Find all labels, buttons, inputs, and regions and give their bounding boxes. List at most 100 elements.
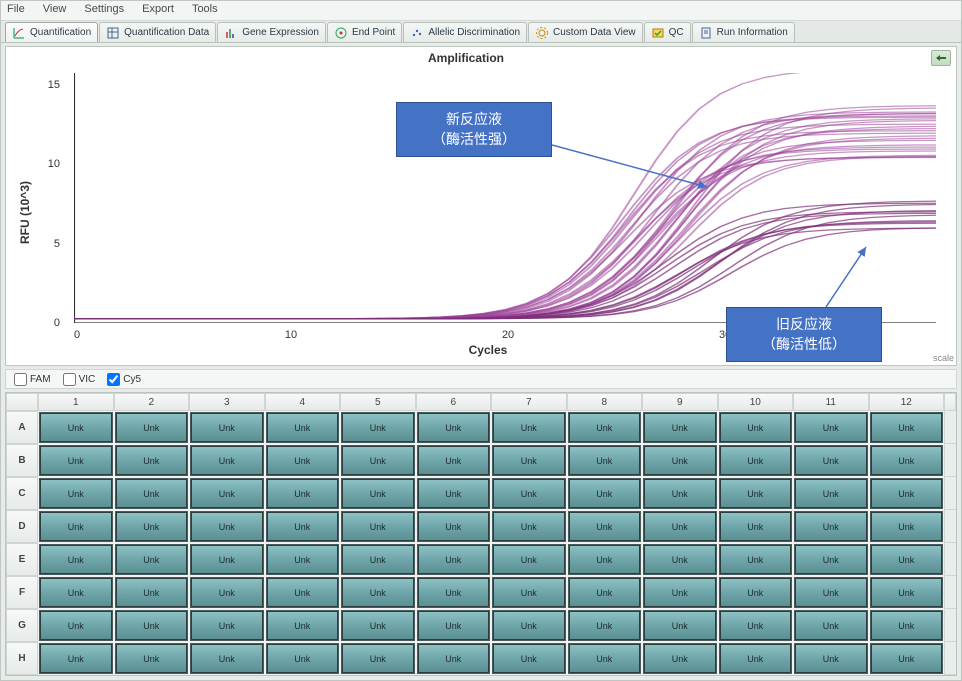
well-E9[interactable]: Unk bbox=[643, 544, 717, 575]
well-D10[interactable]: Unk bbox=[719, 511, 793, 542]
well-B7[interactable]: Unk bbox=[492, 445, 566, 476]
well-E12[interactable]: Unk bbox=[870, 544, 944, 575]
col-header-1[interactable]: 1 bbox=[38, 393, 114, 411]
well-D7[interactable]: Unk bbox=[492, 511, 566, 542]
tab-allelic-discrimination[interactable]: Allelic Discrimination bbox=[403, 22, 527, 42]
well-D11[interactable]: Unk bbox=[794, 511, 868, 542]
well-C12[interactable]: Unk bbox=[870, 478, 944, 509]
well-B6[interactable]: Unk bbox=[417, 445, 491, 476]
fluor-cy5[interactable]: Cy5 bbox=[107, 373, 141, 386]
well-A2[interactable]: Unk bbox=[115, 412, 189, 443]
well-H12[interactable]: Unk bbox=[870, 643, 944, 674]
scrollbar-vertical[interactable] bbox=[944, 510, 956, 543]
well-B4[interactable]: Unk bbox=[266, 445, 340, 476]
well-G9[interactable]: Unk bbox=[643, 610, 717, 641]
well-A7[interactable]: Unk bbox=[492, 412, 566, 443]
menu-tools[interactable]: Tools bbox=[192, 3, 218, 18]
well-C2[interactable]: Unk bbox=[115, 478, 189, 509]
well-H6[interactable]: Unk bbox=[417, 643, 491, 674]
well-B10[interactable]: Unk bbox=[719, 445, 793, 476]
well-D2[interactable]: Unk bbox=[115, 511, 189, 542]
well-C5[interactable]: Unk bbox=[341, 478, 415, 509]
well-F9[interactable]: Unk bbox=[643, 577, 717, 608]
col-header-3[interactable]: 3 bbox=[189, 393, 265, 411]
tab-quantification-data[interactable]: Quantification Data bbox=[99, 22, 216, 42]
well-B2[interactable]: Unk bbox=[115, 445, 189, 476]
well-H4[interactable]: Unk bbox=[266, 643, 340, 674]
scrollbar-vertical[interactable] bbox=[944, 642, 956, 675]
scrollbar-vertical[interactable] bbox=[944, 411, 956, 444]
well-G4[interactable]: Unk bbox=[266, 610, 340, 641]
well-H1[interactable]: Unk bbox=[39, 643, 113, 674]
col-header-8[interactable]: 8 bbox=[567, 393, 643, 411]
fluor-fam-checkbox[interactable] bbox=[14, 373, 27, 386]
well-E5[interactable]: Unk bbox=[341, 544, 415, 575]
row-header-C[interactable]: C bbox=[6, 477, 38, 510]
maximize-button[interactable] bbox=[931, 50, 951, 66]
well-H3[interactable]: Unk bbox=[190, 643, 264, 674]
well-H11[interactable]: Unk bbox=[794, 643, 868, 674]
well-H5[interactable]: Unk bbox=[341, 643, 415, 674]
well-F10[interactable]: Unk bbox=[719, 577, 793, 608]
row-header-H[interactable]: H bbox=[6, 642, 38, 675]
row-header-A[interactable]: A bbox=[6, 411, 38, 444]
well-A11[interactable]: Unk bbox=[794, 412, 868, 443]
well-F5[interactable]: Unk bbox=[341, 577, 415, 608]
col-header-6[interactable]: 6 bbox=[416, 393, 492, 411]
fluor-vic[interactable]: VIC bbox=[63, 373, 96, 386]
well-B12[interactable]: Unk bbox=[870, 445, 944, 476]
well-E1[interactable]: Unk bbox=[39, 544, 113, 575]
well-H2[interactable]: Unk bbox=[115, 643, 189, 674]
well-G10[interactable]: Unk bbox=[719, 610, 793, 641]
well-E6[interactable]: Unk bbox=[417, 544, 491, 575]
well-A4[interactable]: Unk bbox=[266, 412, 340, 443]
well-B9[interactable]: Unk bbox=[643, 445, 717, 476]
well-A10[interactable]: Unk bbox=[719, 412, 793, 443]
well-B8[interactable]: Unk bbox=[568, 445, 642, 476]
scrollbar-vertical[interactable] bbox=[944, 576, 956, 609]
well-C8[interactable]: Unk bbox=[568, 478, 642, 509]
well-E8[interactable]: Unk bbox=[568, 544, 642, 575]
row-header-D[interactable]: D bbox=[6, 510, 38, 543]
col-header-7[interactable]: 7 bbox=[491, 393, 567, 411]
fluor-cy5-checkbox[interactable] bbox=[107, 373, 120, 386]
well-E2[interactable]: Unk bbox=[115, 544, 189, 575]
well-E7[interactable]: Unk bbox=[492, 544, 566, 575]
well-F1[interactable]: Unk bbox=[39, 577, 113, 608]
well-C6[interactable]: Unk bbox=[417, 478, 491, 509]
well-C9[interactable]: Unk bbox=[643, 478, 717, 509]
col-header-4[interactable]: 4 bbox=[265, 393, 341, 411]
well-D9[interactable]: Unk bbox=[643, 511, 717, 542]
well-C11[interactable]: Unk bbox=[794, 478, 868, 509]
row-header-E[interactable]: E bbox=[6, 543, 38, 576]
row-header-F[interactable]: F bbox=[6, 576, 38, 609]
well-F6[interactable]: Unk bbox=[417, 577, 491, 608]
col-header-5[interactable]: 5 bbox=[340, 393, 416, 411]
well-D6[interactable]: Unk bbox=[417, 511, 491, 542]
well-F4[interactable]: Unk bbox=[266, 577, 340, 608]
well-D12[interactable]: Unk bbox=[870, 511, 944, 542]
col-header-2[interactable]: 2 bbox=[114, 393, 190, 411]
tab-qc[interactable]: QC bbox=[644, 22, 691, 42]
fluor-vic-checkbox[interactable] bbox=[63, 373, 76, 386]
well-G6[interactable]: Unk bbox=[417, 610, 491, 641]
fluor-fam[interactable]: FAM bbox=[14, 373, 51, 386]
col-header-9[interactable]: 9 bbox=[642, 393, 718, 411]
menu-settings[interactable]: Settings bbox=[84, 3, 124, 18]
well-B5[interactable]: Unk bbox=[341, 445, 415, 476]
well-D3[interactable]: Unk bbox=[190, 511, 264, 542]
well-F7[interactable]: Unk bbox=[492, 577, 566, 608]
menu-export[interactable]: Export bbox=[142, 3, 174, 18]
well-D1[interactable]: Unk bbox=[39, 511, 113, 542]
tab-run-information[interactable]: Run Information bbox=[692, 22, 795, 42]
well-G2[interactable]: Unk bbox=[115, 610, 189, 641]
well-G7[interactable]: Unk bbox=[492, 610, 566, 641]
scrollbar-vertical[interactable] bbox=[944, 543, 956, 576]
well-C3[interactable]: Unk bbox=[190, 478, 264, 509]
well-C7[interactable]: Unk bbox=[492, 478, 566, 509]
col-header-11[interactable]: 11 bbox=[793, 393, 869, 411]
well-D5[interactable]: Unk bbox=[341, 511, 415, 542]
well-A5[interactable]: Unk bbox=[341, 412, 415, 443]
well-G11[interactable]: Unk bbox=[794, 610, 868, 641]
well-F2[interactable]: Unk bbox=[115, 577, 189, 608]
